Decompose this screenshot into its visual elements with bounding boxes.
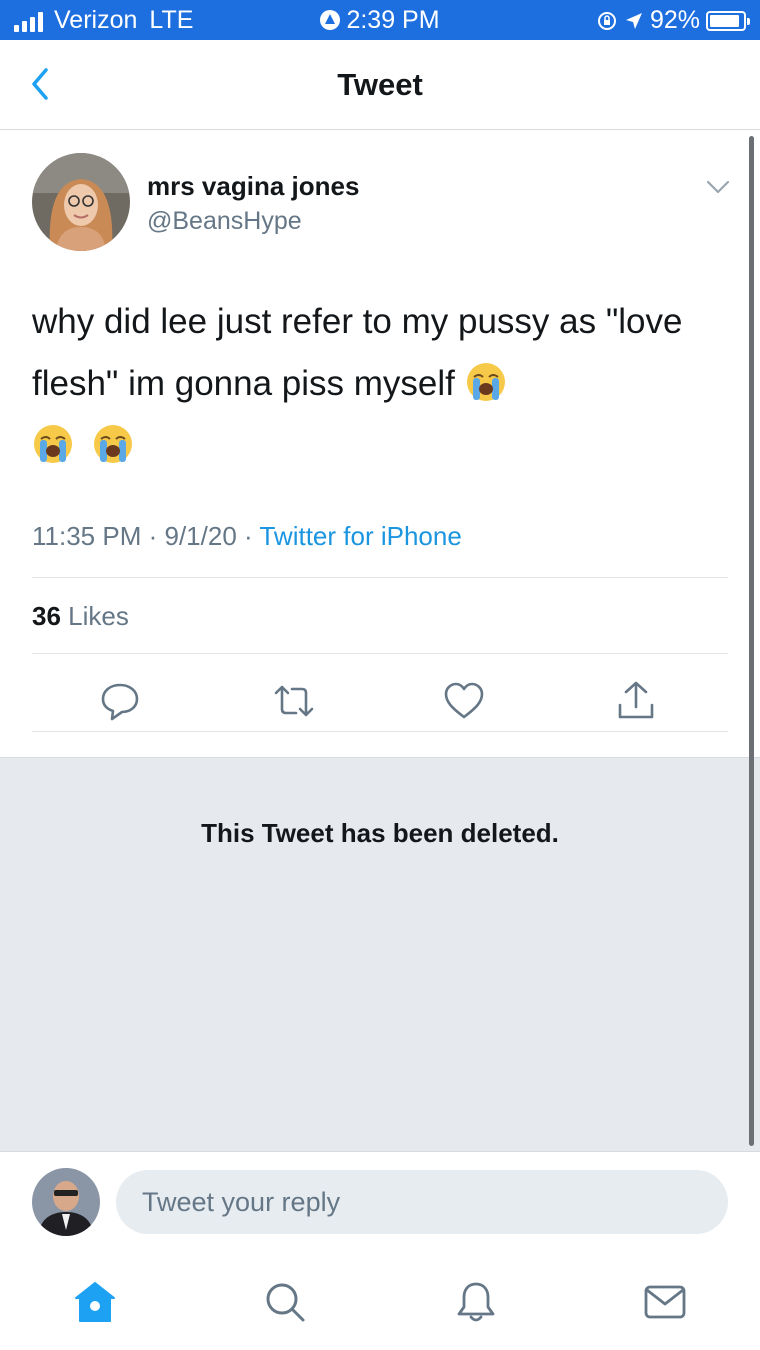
- user-avatar-photo: [32, 1168, 100, 1236]
- divider: [32, 653, 728, 654]
- avatar[interactable]: [32, 1168, 100, 1236]
- deleted-tweet-panel: This Tweet has been deleted.: [0, 757, 760, 1151]
- reply-bar: [0, 1151, 760, 1251]
- location-icon: [320, 10, 341, 30]
- avatar-photo: [32, 153, 130, 251]
- tweet-source-link[interactable]: Twitter for iPhone: [259, 521, 461, 551]
- display-name[interactable]: mrs vagina jones: [147, 171, 359, 202]
- status-bar: Verizon LTE 2:39 PM 92%: [0, 0, 760, 40]
- tab-bar: [0, 1251, 760, 1350]
- reply-icon[interactable]: [98, 679, 142, 723]
- tweet-body: why did lee just refer to my pussy as "l…: [32, 302, 683, 403]
- tweet-text: why did lee just refer to my pussy as "l…: [32, 291, 702, 477]
- tweet: mrs vagina jones @BeansHype why did lee …: [0, 131, 760, 757]
- tweet-date: 9/1/20: [164, 521, 237, 551]
- tweet-meta: 11:35 PM · 9/1/20 · Twitter for iPhone: [32, 521, 462, 552]
- notifications-icon[interactable]: [453, 1279, 499, 1325]
- deleted-message: This Tweet has been deleted.: [201, 818, 559, 848]
- divider: [32, 577, 728, 578]
- status-right: 92%: [596, 6, 750, 35]
- loudly-crying-face-icon: [93, 425, 132, 463]
- likes-number: 36: [32, 601, 61, 631]
- battery-percent: 92%: [649, 6, 700, 34]
- tweet-actions: [0, 671, 760, 731]
- search-icon[interactable]: [262, 1279, 308, 1325]
- share-icon[interactable]: [614, 679, 658, 723]
- like-icon[interactable]: [442, 679, 486, 723]
- page-title: Tweet: [337, 67, 423, 102]
- loudly-crying-face-icon: [466, 363, 505, 401]
- likes-label: Likes: [68, 601, 129, 631]
- nav-bar: Tweet: [0, 40, 760, 130]
- likes-count[interactable]: 36 Likes: [32, 601, 129, 632]
- home-icon[interactable]: [72, 1279, 118, 1325]
- battery-charging-icon: [706, 10, 750, 31]
- retweet-icon[interactable]: [272, 679, 316, 723]
- scrollbar[interactable]: [749, 136, 754, 1146]
- meta-separator: ·: [244, 521, 253, 551]
- user-handle[interactable]: @BeansHype: [147, 207, 302, 236]
- tweet-time: 11:35 PM: [32, 521, 142, 551]
- battery-fill: [710, 14, 739, 27]
- loudly-crying-face-icon: [34, 425, 72, 463]
- reply-input[interactable]: [116, 1170, 728, 1234]
- lock-rotation-icon: [597, 11, 616, 30]
- avatar[interactable]: [32, 153, 130, 251]
- divider: [32, 731, 728, 732]
- location-arrow-icon: [625, 12, 642, 29]
- status-time: 2:39 PM: [346, 6, 440, 34]
- messages-icon[interactable]: [642, 1279, 688, 1325]
- meta-separator: ·: [148, 521, 158, 551]
- chevron-down-icon[interactable]: [705, 177, 731, 197]
